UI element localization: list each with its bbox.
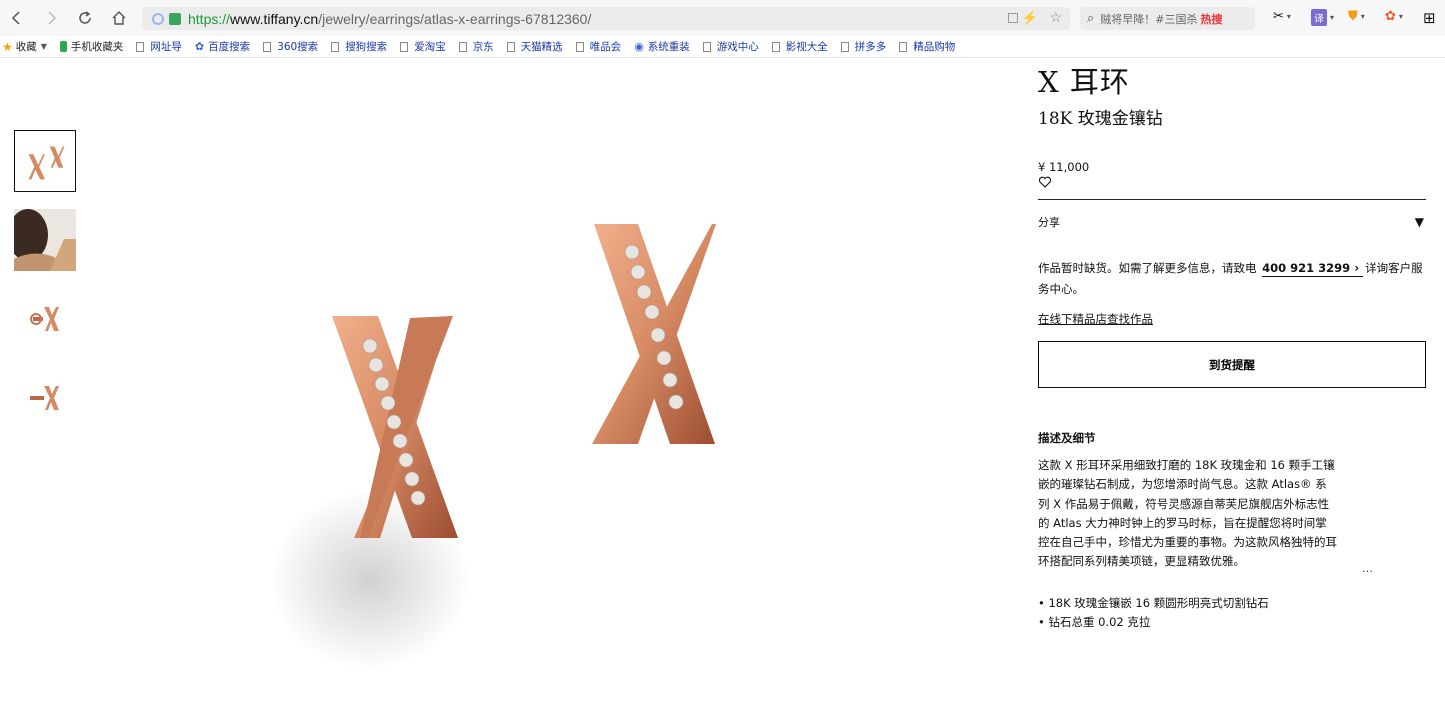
game-extension[interactable]: ✿ ▾ [1385,9,1403,24]
caret-down-icon: ▼ [1414,215,1424,229]
product-price: ¥ 11,000 [1038,160,1090,174]
reload-button[interactable] [68,0,102,36]
thumbnail-back-view[interactable] [14,368,76,430]
bookmark-item[interactable]: 精品购物 [899,39,955,54]
bookmark-item[interactable]: 天猫精选 [506,39,563,54]
home-icon [112,11,126,25]
chevron-down-icon: ▾ [1398,12,1403,21]
model-portrait-image [14,209,76,271]
page-icon [263,41,272,52]
chevron-right-icon: › [1354,261,1360,275]
hot-search-badge: 热搜 [1200,12,1223,26]
wishlist-heart-icon[interactable] [1038,175,1052,189]
notify-me-button[interactable]: 到货提醒 [1038,341,1426,388]
bookmark-item[interactable]: 搜狗搜索 [331,39,387,54]
bookmarks-bar: ★ 收藏 ▼ 手机收藏夹 网址导 ✿ 百度搜索 360搜索 搜狗搜索 爱淘宝 京东… [0,36,1445,58]
translate-extension[interactable]: 译 ▾ [1311,9,1334,26]
favorites-label: 收藏 [15,41,37,53]
bookmark-item[interactable]: 京东 [458,39,494,54]
url-text: https://www.tiffany.cn/jewelry/earrings/… [188,10,592,27]
page-icon [506,41,515,52]
page-icon [840,41,849,52]
speed-mode-icon[interactable]: ⚡ [1022,10,1038,26]
phone-icon [59,41,67,52]
bookmark-item[interactable]: 爱淘宝 [400,39,446,54]
search-icon: ⌕ [1087,11,1095,26]
browser-toolbar: https://www.tiffany.cn/jewelry/earrings/… [0,0,1445,36]
spec-item: • 18K 玫瑰金镶嵌 16 颗圆形明亮式切割钻石 [1038,595,1269,610]
caret-down-icon: ▼ [40,42,47,51]
find-in-store-link[interactable]: 在线下精品店查找作品 [1038,311,1426,327]
bookmark-item[interactable]: 拼多多 [840,39,886,54]
shield-icon: ⛊ [1348,9,1358,24]
divider [1038,199,1426,200]
star-icon: ★ [2,39,13,54]
share-label: 分享 [1038,216,1060,229]
shield-extension[interactable]: ⛊ ▾ [1348,9,1365,24]
bookmark-item[interactable]: 影视大全 [771,39,828,54]
gamepad-icon: ✿ [1385,9,1396,24]
back-arrow-icon [11,11,20,25]
product-main-image[interactable] [260,200,780,680]
home-button[interactable] [102,0,136,36]
bookmark-item[interactable]: 唯品会 [575,39,621,54]
search-box[interactable]: ⌕ 贼将早降！#三国杀 热搜 [1080,7,1255,30]
page-icon [136,41,145,52]
bookmark-item[interactable]: 360搜索 [263,39,318,54]
translate-icon: 译 [1311,9,1327,26]
phone-number: 400 921 3299 [1262,261,1351,275]
earring-back [592,224,716,444]
product-title: X 耳环 [1038,65,1130,99]
phone-link[interactable]: 400 921 3299 › [1262,261,1364,277]
eye-icon: ◉ [634,40,644,53]
earring-side-image [30,307,59,331]
bookmark-item[interactable]: 网址导 [136,39,182,54]
share-toggle[interactable]: 分享 ▼ [1038,214,1426,230]
lock-icon [169,12,181,25]
thumbnail-side-view[interactable] [14,289,76,351]
chevron-down-icon: ▾ [1286,12,1291,21]
page-icon [458,41,467,52]
stock-notice-text: 作品暂时缺货。如需了解更多信息，请致电 [1038,261,1257,275]
page-icon [575,41,584,52]
qr-code-icon[interactable] [1008,13,1018,23]
baidu-paw-icon: ✿ [194,40,205,53]
product-subtitle: 18K 玫瑰金镶钻 [1038,109,1163,129]
chevron-down-icon: ▾ [1330,13,1335,22]
spec-item: • 钻石总重 0.02 克拉 [1038,614,1151,629]
product-description: 这款 X 形耳环采用细致打磨的 18K 玫瑰金和 16 颗手工镶嵌的璀璨钻石制成… [1038,458,1337,569]
apps-menu[interactable]: ⊞ [1423,9,1436,27]
grid-icon: ⊞ [1423,9,1436,27]
back-button[interactable] [0,0,34,36]
thumbnail-model[interactable] [14,209,76,271]
address-bar[interactable]: https://www.tiffany.cn/jewelry/earrings/… [142,7,1070,30]
chevron-down-icon: ▾ [1360,12,1365,21]
bookmark-item[interactable]: 手机收藏夹 [59,39,123,54]
forward-button[interactable] [34,0,68,36]
bookmark-star-icon[interactable]: ☆ [1049,9,1062,26]
description-heading: 描述及细节 [1038,431,1096,445]
earrings-pair-image [28,146,65,180]
scissors-icon: ✂ [1273,9,1284,24]
favorites-menu[interactable]: ★ 收藏 ▼ [2,39,47,54]
bookmark-item[interactable]: ◉ 系统重装 [634,39,690,54]
forward-arrow-icon [48,11,57,25]
site-info-icon[interactable] [152,12,164,25]
reload-icon [79,11,91,24]
bookmark-item[interactable]: 游戏中心 [702,39,759,54]
page-icon [771,41,780,52]
stock-notice: 作品暂时缺货。如需了解更多信息，请致电 400 921 3299 › 详询客户服务… [1038,258,1426,300]
bookmark-item[interactable]: ✿ 百度搜索 [195,39,250,54]
product-specs: • 18K 玫瑰金镶嵌 16 颗圆形明亮式切割钻石 • 钻石总重 0.02 克拉 [1038,594,1426,632]
product-info-panel: X 耳环 18K 玫瑰金镶钻 ¥ 11,000 分享 ▼ 作品暂时缺货。如需了解… [1038,60,1426,632]
page-icon [702,41,711,52]
scissors-extension[interactable]: ✂ ▾ [1273,9,1291,24]
thumbnail-earrings-pair[interactable] [14,130,76,192]
read-more-button[interactable]: … [1362,562,1373,575]
page-icon [899,41,908,52]
page-icon [400,41,409,52]
page-icon [331,41,340,52]
search-text: 贼将早降！#三国杀 [1100,12,1198,26]
earring-back-image [30,386,59,410]
